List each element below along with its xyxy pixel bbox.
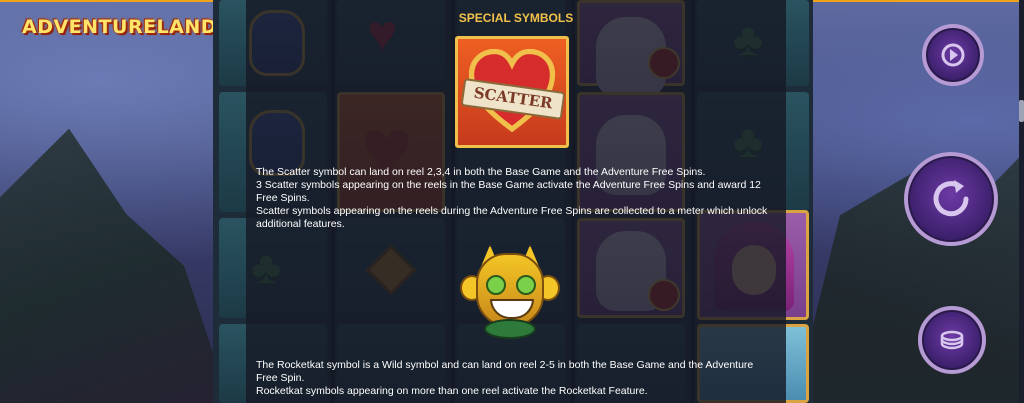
scatter-line: Scatter symbols appearing on the reels d… <box>256 205 768 230</box>
autoplay-icon <box>941 43 965 67</box>
autoplay-button[interactable] <box>922 24 984 86</box>
rocketkat-line: Rocketkat symbols appearing on more than… <box>256 385 648 397</box>
rocketkat-eye <box>516 275 536 295</box>
rocketkat-description: The Rocketkat symbol is a Wild symbol an… <box>256 359 776 398</box>
rocketkat-line: The Rocketkat symbol is a Wild symbol an… <box>256 359 754 384</box>
scrollbar-thumb[interactable] <box>1019 100 1024 122</box>
rocketkat-base <box>484 319 536 339</box>
scatter-line: The Scatter symbol can land on reel 2,3,… <box>256 166 706 178</box>
rocketkat-mouth <box>490 299 534 319</box>
bet-button[interactable] <box>918 306 986 374</box>
scatter-symbol: SCATTER <box>455 36 569 148</box>
game-logo: ADVENTURELAND <box>8 2 217 44</box>
scatter-description: The Scatter symbol can land on reel 2,3,… <box>256 166 776 231</box>
rocketkat-symbol <box>458 245 560 339</box>
rocketkat-eye <box>486 275 506 295</box>
scatter-line: 3 Scatter symbols appearing on the reels… <box>256 179 761 204</box>
spin-icon <box>933 180 969 217</box>
logo-text: ADVENTURELAND <box>22 16 218 38</box>
spin-button[interactable] <box>904 152 998 246</box>
rocketkat-body <box>476 253 544 327</box>
coins-icon <box>940 330 964 350</box>
paytable-title: SPECIAL SYMBOLS <box>458 11 574 25</box>
scrollbar-track[interactable] <box>1019 0 1024 403</box>
